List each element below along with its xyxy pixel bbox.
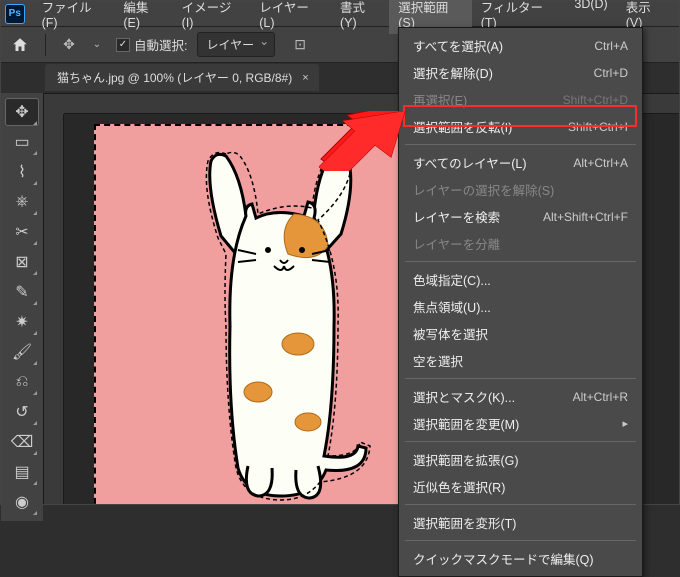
menu-entry-label: レイヤーの選択を解除(S) — [413, 180, 554, 199]
menubar: Ps ファイル(F)編集(E)イメージ(I)レイヤー(L)書式(Y)選択範囲(S… — [1, 1, 679, 27]
menu-entry-label: 空を選択 — [413, 351, 463, 370]
menu-entry: 再選択(E) Shift+Ctrl+D — [399, 86, 642, 113]
target-select[interactable]: レイヤー — [197, 32, 275, 57]
menu-entry-label: 近似色を選択(R) — [413, 477, 505, 496]
menu-entry-shortcut: Ctrl+D — [594, 66, 628, 80]
menu-entry-shortcut: Ctrl+A — [594, 39, 628, 53]
menu-entry-label: 選択を解除(D) — [413, 63, 493, 82]
cat-illustration — [156, 146, 406, 504]
target-select-label: レイヤー — [206, 38, 254, 52]
menu-entry-label: 選択範囲を変形(T) — [413, 513, 516, 532]
menu-entry-label: 色域指定(C)... — [413, 270, 491, 289]
toolbox: ✥▭⌇⎈✂⊠✎✷🖌⎌↺⌫▤◉ — [1, 93, 43, 521]
document-tab[interactable]: 猫ちゃん.jpg @ 100% (レイヤー 0, RGB/8#) × — [45, 64, 319, 91]
menu-entry-label: 焦点領域(U)... — [413, 297, 491, 316]
menu-entry-shortcut: Alt+Shift+Ctrl+F — [543, 210, 628, 224]
menu-separator — [405, 144, 636, 145]
auto-select-checkbox[interactable]: ✓ 自動選択: — [116, 35, 187, 54]
menu-entry[interactable]: 焦点領域(U)... — [399, 293, 642, 320]
menu-entry[interactable]: すべてを選択(A) Ctrl+A — [399, 32, 642, 59]
menu-item[interactable]: イメージ(I) — [173, 0, 251, 34]
menu-entry-shortcut: Shift+Ctrl+I — [568, 120, 628, 134]
menu-entry-shortcut: Shift+Ctrl+D — [563, 93, 628, 107]
menu-item[interactable]: 編集(E) — [114, 0, 172, 34]
menu-entry[interactable]: 選択範囲を変形(T) — [399, 509, 642, 536]
menu-entry-label: 選択範囲を拡張(G) — [413, 450, 519, 469]
menu-entry-label: 選択とマスク(K)... — [413, 387, 515, 406]
close-icon[interactable]: × — [302, 72, 308, 84]
menu-entry-label: 再選択(E) — [413, 90, 467, 109]
checkbox-icon: ✓ — [116, 38, 130, 52]
menu-entry[interactable]: 選択範囲を拡張(G) — [399, 446, 642, 473]
menu-item[interactable]: ファイル(F) — [33, 0, 115, 34]
menu-entry[interactable]: 被写体を選択 — [399, 320, 642, 347]
divider — [45, 34, 46, 56]
menu-separator — [405, 441, 636, 442]
menu-separator — [405, 261, 636, 262]
menu-entry-shortcut: Alt+Ctrl+A — [573, 156, 628, 170]
menu-separator — [405, 540, 636, 541]
menu-entry-shortcut: Alt+Ctrl+R — [573, 390, 628, 404]
auto-select-label: 自動選択: — [134, 35, 187, 54]
menu-entry-label: クイックマスクモードで編集(Q) — [413, 549, 594, 568]
menu-entry[interactable]: すべてのレイヤー(L) Alt+Ctrl+A — [399, 149, 642, 176]
menu-separator — [405, 378, 636, 379]
menu-entry-label: 選択範囲を反転(I) — [413, 117, 512, 136]
select-menu-dropdown: すべてを選択(A) Ctrl+A 選択を解除(D) Ctrl+D 再選択(E) Shift… — [398, 27, 643, 577]
ruler-vertical[interactable] — [44, 114, 64, 504]
menu-entry-label: 選択範囲を変更(M) — [413, 414, 519, 433]
menu-entry[interactable]: 選択とマスク(K)... Alt+Ctrl+R — [399, 383, 642, 410]
home-icon[interactable] — [9, 34, 31, 56]
dropdown-chevron-icon[interactable]: ⌄ — [88, 36, 106, 54]
document-title: 猫ちゃん.jpg @ 100% (レイヤー 0, RGB/8#) — [57, 69, 292, 86]
menu-entry-label: レイヤーを検索 — [413, 207, 500, 226]
ruler-corner — [44, 94, 64, 114]
image-canvas[interactable] — [94, 124, 414, 504]
menu-entry: レイヤーを分離 — [399, 230, 642, 257]
menu-entry[interactable]: 色域指定(C)... — [399, 266, 642, 293]
menu-entry[interactable]: 近似色を選択(R) — [399, 473, 642, 500]
transform-controls-icon[interactable]: ⊡ — [291, 36, 309, 54]
menu-item[interactable]: レイヤー(L) — [250, 0, 331, 34]
menu-entry: レイヤーの選択を解除(S) — [399, 176, 642, 203]
move-arrows-icon[interactable]: ✥ — [60, 36, 78, 54]
menu-entry-label: すべてを選択(A) — [413, 36, 503, 55]
menu-entry[interactable]: 選択範囲を反転(I) Shift+Ctrl+I — [399, 113, 642, 140]
menu-entry-label: レイヤーを分離 — [413, 234, 500, 253]
app-logo: Ps — [5, 4, 25, 24]
menu-entry[interactable]: レイヤーを検索 Alt+Shift+Ctrl+F — [399, 203, 642, 230]
menu-entry[interactable]: 選択を解除(D) Ctrl+D — [399, 59, 642, 86]
menu-entry-label: 被写体を選択 — [413, 324, 488, 343]
menu-entry[interactable]: クイックマスクモードで編集(Q) — [399, 545, 642, 572]
menu-item[interactable]: 書式(Y) — [331, 0, 389, 34]
menu-entry[interactable]: 空を選択 — [399, 347, 642, 374]
menu-entry[interactable]: 選択範囲を変更(M) — [399, 410, 642, 437]
menu-entry-label: すべてのレイヤー(L) — [413, 153, 527, 172]
